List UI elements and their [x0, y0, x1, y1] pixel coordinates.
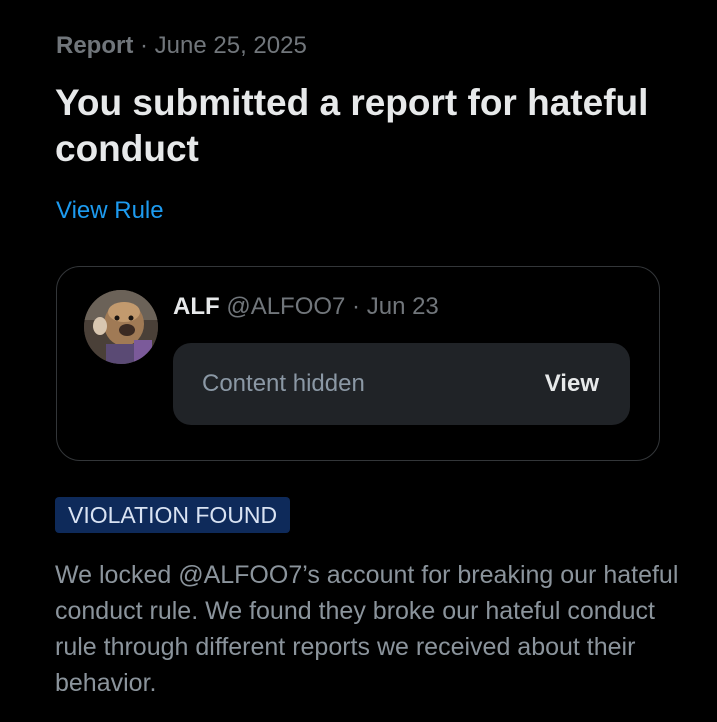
report-type-label: Report	[56, 32, 134, 59]
post-author-handle[interactable]: @ALFOO7	[226, 293, 345, 320]
hidden-content-box: Content hidden View	[173, 343, 630, 425]
result-message: We locked @ALFOO7’s account for breaking…	[55, 561, 679, 697]
report-detail-page: Report · June 25, 2025 You submitted a r…	[0, 0, 717, 722]
report-date: June 25, 2025	[154, 32, 307, 59]
report-meta: Report · June 25, 2025	[56, 30, 307, 62]
meta-separator: ·	[133, 32, 155, 59]
violation-found-badge: VIOLATION FOUND	[55, 497, 291, 533]
avatar[interactable]	[84, 290, 158, 364]
post-separator: ·	[345, 293, 367, 320]
avatar-image	[84, 290, 158, 364]
view-rule-link[interactable]: View Rule	[56, 195, 164, 227]
report-title: You submitted a report for hateful condu…	[55, 82, 649, 169]
post-date[interactable]: Jun 23	[367, 293, 439, 320]
post-author-name[interactable]: ALF	[173, 293, 220, 320]
reported-post-card: ALF @ALFOO7 · Jun 23 Content hidden View	[56, 266, 660, 461]
post-header: ALF @ALFOO7 · Jun 23	[173, 291, 439, 323]
view-content-button[interactable]: View	[545, 368, 599, 400]
content-hidden-label: Content hidden	[202, 370, 365, 397]
